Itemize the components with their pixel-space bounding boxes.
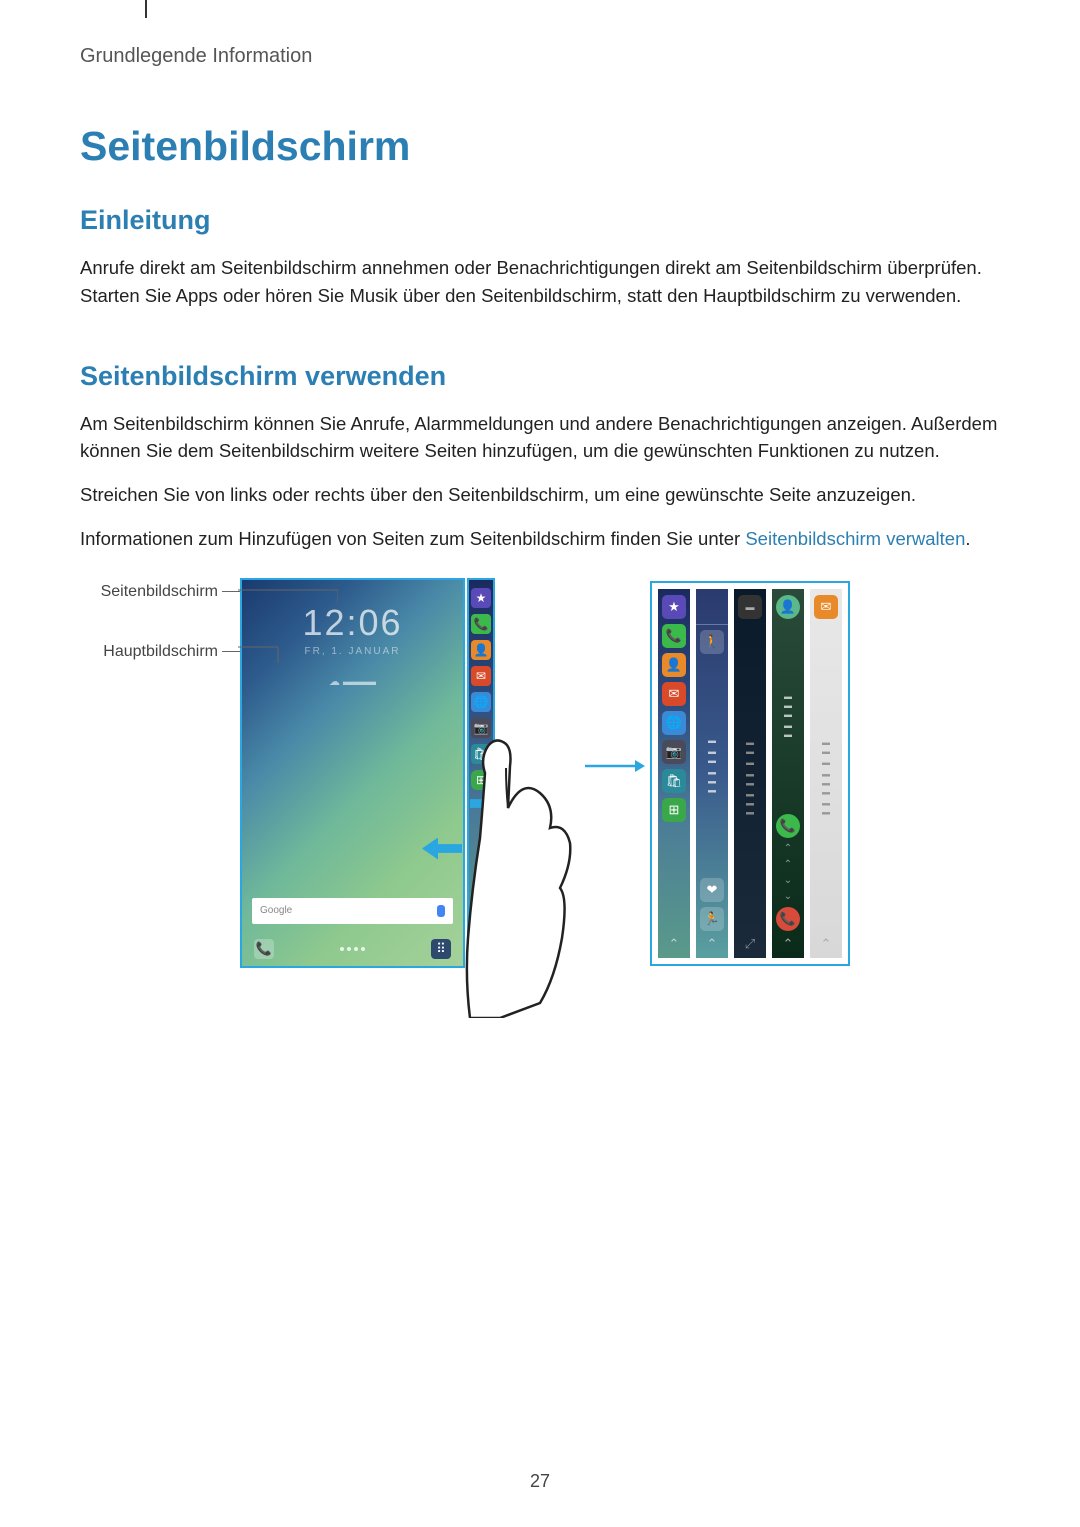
activity-icon: 🏃 bbox=[700, 907, 724, 931]
mic-icon bbox=[437, 905, 445, 917]
edge-panels-collection: ★ 📞 👤 ✉ 🌐 📷 🛍 ⊞ ⌃ 🚶 ▬ ▬▬ ▬▬▬ ❤ 🏃 ⌃ ▬ bbox=[650, 581, 850, 966]
edge-panel-apps: ★ 📞 👤 ✉ 🌐 📷 🛍 ⊞ ⌃ bbox=[658, 589, 690, 958]
weather-widget: ☁ ▬▬▬ bbox=[242, 675, 463, 688]
edge-panel-activity: 🚶 ▬ ▬▬ ▬▬▬ ❤ 🏃 ⌃ bbox=[696, 589, 728, 958]
contacts-icon: 👤 bbox=[662, 653, 686, 677]
edge-panel-call: 👤 ▬▬▬ ▬▬ 📞 ⌃ ⌃ ⌄ ⌄ 📞 ⌃ bbox=[772, 589, 804, 958]
camera-icon: 📷 bbox=[662, 740, 686, 764]
document-page: Grundlegende Information Seitenbildschir… bbox=[0, 0, 1080, 1527]
internet-icon: 🌐 bbox=[662, 711, 686, 735]
reject-call-icon: 📞 bbox=[776, 907, 800, 931]
group-icon: ⊞ bbox=[662, 798, 686, 822]
hand-gesture bbox=[450, 578, 570, 1018]
illustration: Seitenbildschirm Hauptbildschirm 12:06 F… bbox=[80, 578, 1000, 1018]
search-bar: Google bbox=[252, 898, 453, 924]
phone-icon: 📞 bbox=[254, 939, 274, 959]
section-body-1: Am Seitenbildschirm können Sie Anrufe, A… bbox=[80, 410, 1000, 466]
store-icon: 🛍 bbox=[662, 769, 686, 793]
apps-icon: ⠿ bbox=[431, 939, 451, 959]
label-seitenbildschirm: Seitenbildschirm bbox=[101, 583, 218, 601]
page-header: Grundlegende Information bbox=[80, 45, 1000, 68]
edge-panel-message: ✉ ▬▬ ▬ ▬▬▬ ▬▬ ⌃ bbox=[810, 589, 842, 958]
section-body-3: Informationen zum Hinzufügen von Seiten … bbox=[80, 525, 1000, 553]
page-title: Seitenbildschirm bbox=[80, 123, 1000, 170]
hand-icon bbox=[450, 718, 580, 1018]
label-hauptbildschirm: Hauptbildschirm bbox=[103, 643, 218, 661]
heart-icon: ❤ bbox=[700, 878, 724, 902]
accept-call-icon: 📞 bbox=[776, 814, 800, 838]
link-seitenbildschirm-verwalten[interactable]: Seitenbildschirm verwalten bbox=[745, 528, 965, 549]
transition-arrow-icon bbox=[580, 758, 650, 774]
chevron-up-icon: ⌃ bbox=[669, 936, 680, 952]
phone-dock: 📞 ⠿ bbox=[242, 932, 463, 966]
page-number: 27 bbox=[0, 1471, 1080, 1492]
chevron-up-icon: ⌃ bbox=[707, 936, 718, 952]
edge-panel-notifications: ▬ ▬▬ ▬ ▬▬ ▬▬▬ ⤢ bbox=[734, 589, 766, 958]
callout-labels: Seitenbildschirm Hauptbildschirm bbox=[80, 583, 240, 661]
page-indicator bbox=[340, 947, 365, 951]
section-heading-einleitung: Einleitung bbox=[80, 205, 1000, 236]
walk-icon: 🚶 bbox=[700, 630, 724, 654]
expand-icon: ⤢ bbox=[745, 936, 755, 952]
avatar-icon: 👤 bbox=[776, 595, 800, 619]
panel-header: ▬ bbox=[738, 595, 762, 619]
chevron-up-icon: ⌃ bbox=[821, 936, 832, 952]
messages-icon: ✉ bbox=[662, 682, 686, 706]
section-heading-verwenden: Seitenbildschirm verwenden bbox=[80, 361, 1000, 392]
star-icon: ★ bbox=[662, 595, 686, 619]
callout-lines bbox=[238, 585, 338, 665]
chevron-up-icon: ⌃ bbox=[783, 936, 794, 952]
section-body-einleitung: Anrufe direkt am Seitenbildschirm annehm… bbox=[80, 254, 1000, 310]
message-icon: ✉ bbox=[814, 595, 838, 619]
phone-app-icon: 📞 bbox=[662, 624, 686, 648]
section-body-2: Streichen Sie von links oder rechts über… bbox=[80, 481, 1000, 509]
